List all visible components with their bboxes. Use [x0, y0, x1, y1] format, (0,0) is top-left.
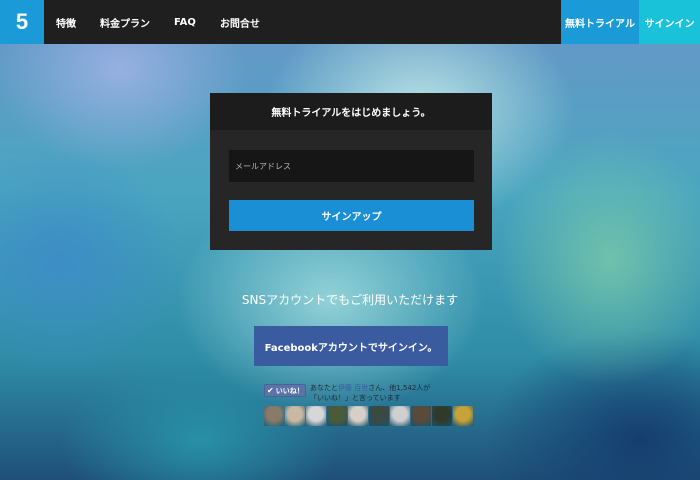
- friend-avatar[interactable]: [285, 406, 305, 426]
- friend-avatar[interactable]: [264, 406, 284, 426]
- friend-avatars: [264, 406, 474, 426]
- friend-avatar[interactable]: [432, 406, 452, 426]
- main-nav: 特徴 料金プラン FAQ お問合せ: [56, 0, 284, 44]
- friend-avatar[interactable]: [411, 406, 431, 426]
- friend-avatar[interactable]: [327, 406, 347, 426]
- signup-button[interactable]: サインアップ: [229, 200, 474, 231]
- nav-features[interactable]: 特徴: [56, 15, 76, 30]
- friend-avatar[interactable]: [306, 406, 326, 426]
- top-navbar: 5 特徴 料金プラン FAQ お問合せ 無料トライアル サインイン: [0, 0, 700, 44]
- like-button[interactable]: ✔ いいね！: [264, 384, 306, 397]
- facebook-signin-button[interactable]: Facebookアカウントでサインイン。: [254, 326, 448, 366]
- friend-avatar[interactable]: [348, 406, 368, 426]
- signup-title: 無料トライアルをはじめましょう。: [210, 93, 492, 130]
- logo[interactable]: 5: [0, 0, 44, 44]
- like-button-label: いいね！: [275, 386, 304, 395]
- friend-avatar[interactable]: [453, 406, 473, 426]
- like-text-before: あなたと: [310, 384, 338, 392]
- friend-avatar[interactable]: [369, 406, 389, 426]
- friend-avatar[interactable]: [390, 406, 410, 426]
- check-icon: ✔: [267, 386, 274, 395]
- nav-pricing[interactable]: 料金プラン: [100, 15, 150, 30]
- email-field[interactable]: [229, 150, 474, 182]
- facebook-like-box: ✔ いいね！ あなたと伊藤 百世さん、他1,542人が「いいね！」と言っています: [264, 383, 444, 405]
- friend-name-link[interactable]: 伊藤 百世: [338, 384, 368, 392]
- free-trial-button[interactable]: 無料トライアル: [561, 0, 639, 44]
- signup-box: 無料トライアルをはじめましょう。 サインアップ: [210, 93, 492, 250]
- header-actions: 無料トライアル サインイン: [561, 0, 700, 44]
- nav-faq[interactable]: FAQ: [174, 17, 196, 28]
- like-summary: あなたと伊藤 百世さん、他1,542人が「いいね！」と言っています: [310, 383, 444, 403]
- sns-caption: SNSアカウントでもご利用いただけます: [241, 293, 459, 307]
- signin-button[interactable]: サインイン: [639, 0, 700, 44]
- nav-contact[interactable]: お問合せ: [220, 15, 260, 30]
